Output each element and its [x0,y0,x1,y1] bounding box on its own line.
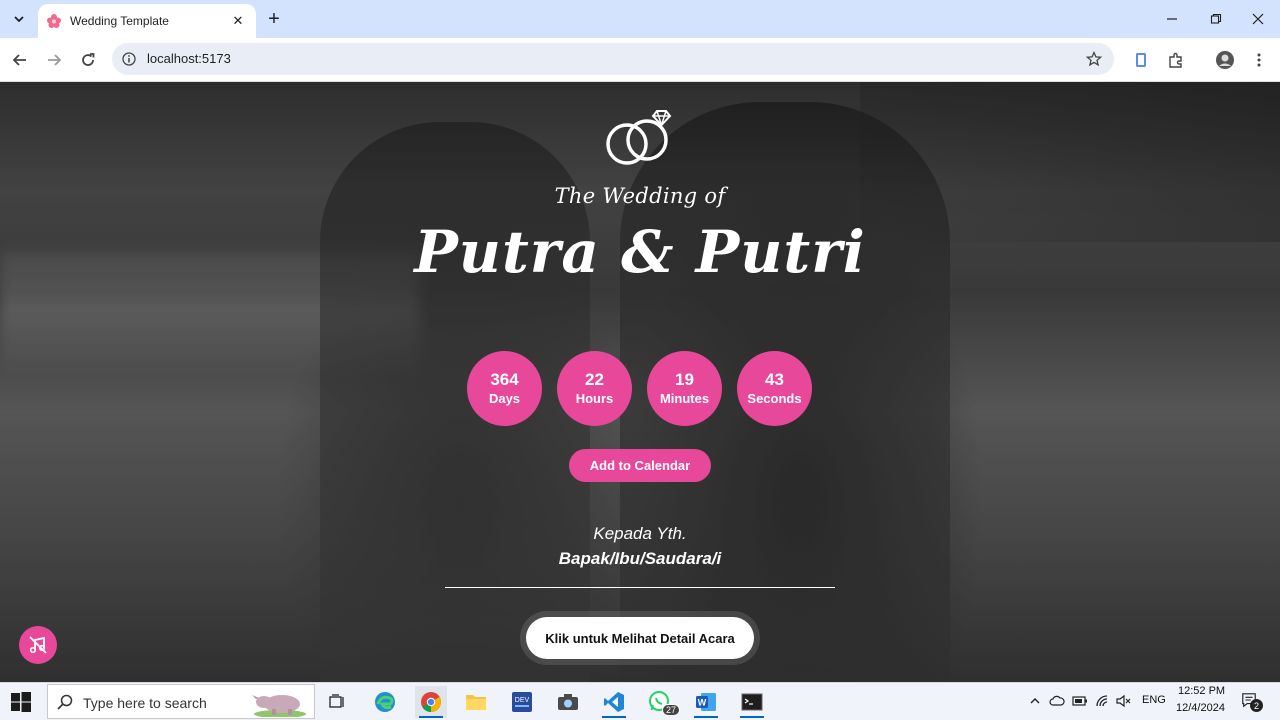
salutation-text: Kepada Yth. [593,524,687,543]
countdown-value: 43 [765,369,784,389]
browser-tab-strip: Wedding Template ✕ + [0,0,1280,38]
back-button[interactable] [6,46,34,74]
countdown-minutes: 19 Minutes [647,351,722,426]
countdown-timer: 364 Days 22 Hours 19 Minutes 43 Seconds [467,351,812,426]
arrow-left-icon [12,54,26,66]
wedding-rings-icon [606,110,672,165]
onedrive-cloud-icon[interactable] [1049,693,1065,709]
countdown-label: Hours [575,390,614,406]
whatsapp-icon[interactable]: 27 [644,686,680,718]
countdown-value: 19 [675,369,694,389]
add-to-calendar-button[interactable]: Add to Calendar [569,449,711,482]
volume-muted-icon[interactable] [1116,693,1132,709]
terminal-icon[interactable] [736,686,768,718]
url-text[interactable]: localhost:5173 [147,51,231,66]
search-placeholder: Type here to search [83,695,207,711]
wedding-hero-page: The Wedding of Putra & Putri 364 Days 22… [0,82,1280,682]
wedding-subtitle: The Wedding of [554,184,726,208]
extensions-icon[interactable] [1164,48,1188,72]
countdown-days: 364 Days [467,351,542,426]
svg-text:W: W [698,698,707,708]
windows-taskbar: Type here to search DEV 27 W ENG 12:52 P… [0,682,1280,720]
chevron-down-icon [14,16,24,23]
battery-icon[interactable] [1072,693,1088,709]
windows-start-icon[interactable] [10,691,32,713]
tab-search-button[interactable] [6,6,32,32]
close-icon [1252,13,1264,25]
flower-favicon-icon [46,13,62,29]
browser-tab[interactable]: Wedding Template ✕ [38,4,256,38]
profile-avatar-icon[interactable] [1213,48,1237,72]
camera-app-icon[interactable] [552,686,584,718]
countdown-label: Days [488,390,521,406]
countdown-hours: 22 Hours [557,351,632,426]
address-bar[interactable]: localhost:5173 [112,43,1114,75]
restore-button[interactable] [1194,0,1238,38]
notification-center-icon[interactable]: 2 [1241,692,1263,712]
browser-menu-icon[interactable] [1247,48,1271,72]
vscode-icon[interactable] [598,686,630,718]
svg-text:DEV: DEV [515,697,530,704]
minimize-button[interactable] [1150,0,1194,38]
countdown-seconds: 43 Seconds [737,351,812,426]
countdown-label: Minutes [659,390,710,406]
couple-names: Putra & Putri [414,218,866,286]
site-info-icon[interactable] [121,51,137,67]
edge-browser-icon[interactable] [369,686,401,718]
dev-app-icon[interactable]: DEV [506,686,538,718]
chevron-up-icon[interactable] [1027,693,1043,709]
countdown-value: 22 [585,369,604,389]
task-view-icon[interactable] [321,686,353,718]
close-window-button[interactable] [1236,0,1280,38]
arrow-right-icon [48,54,62,66]
view-details-button[interactable]: Klik untuk Melihat Detail Acara [526,617,754,659]
active-app-indicator [740,716,764,718]
forward-button[interactable] [40,46,68,74]
reading-mode-icon[interactable] [1129,48,1153,72]
music-off-icon [29,636,47,654]
hero-content: The Wedding of Putra & Putri 364 Days 22… [0,82,1280,682]
tab-title: Wedding Template [70,14,169,28]
countdown-label: Seconds [747,390,802,406]
wifi-icon[interactable] [1095,693,1111,709]
reload-icon [82,53,95,66]
active-app-indicator [419,716,443,718]
active-app-indicator [602,716,626,718]
taskbar-search[interactable]: Type here to search [47,684,315,719]
close-tab-icon[interactable]: ✕ [228,11,248,31]
search-icon [57,694,73,710]
clock-date[interactable]: 12/4/2024 [1176,702,1225,714]
minimize-icon [1167,18,1177,20]
language-indicator[interactable]: ENG [1142,694,1166,706]
browser-toolbar: localhost:5173 [0,38,1280,82]
bookmark-star-icon[interactable] [1084,49,1104,69]
active-app-indicator [694,716,718,718]
guest-name: Bapak/Ibu/Saudara/i [558,549,722,568]
reload-button[interactable] [74,46,102,74]
clock-time[interactable]: 12:52 PM [1178,685,1225,697]
countdown-value: 364 [490,369,519,389]
music-toggle-button[interactable] [19,626,57,664]
divider [445,587,835,588]
rhino-illustration-icon [252,695,306,717]
chrome-browser-icon[interactable] [415,686,447,718]
notification-count: 2 [1250,699,1263,712]
word-icon[interactable]: W [690,686,722,718]
new-tab-button[interactable]: + [262,8,286,30]
restore-icon [1210,13,1222,24]
whatsapp-badge: 27 [661,704,680,716]
file-explorer-icon[interactable] [460,686,492,718]
